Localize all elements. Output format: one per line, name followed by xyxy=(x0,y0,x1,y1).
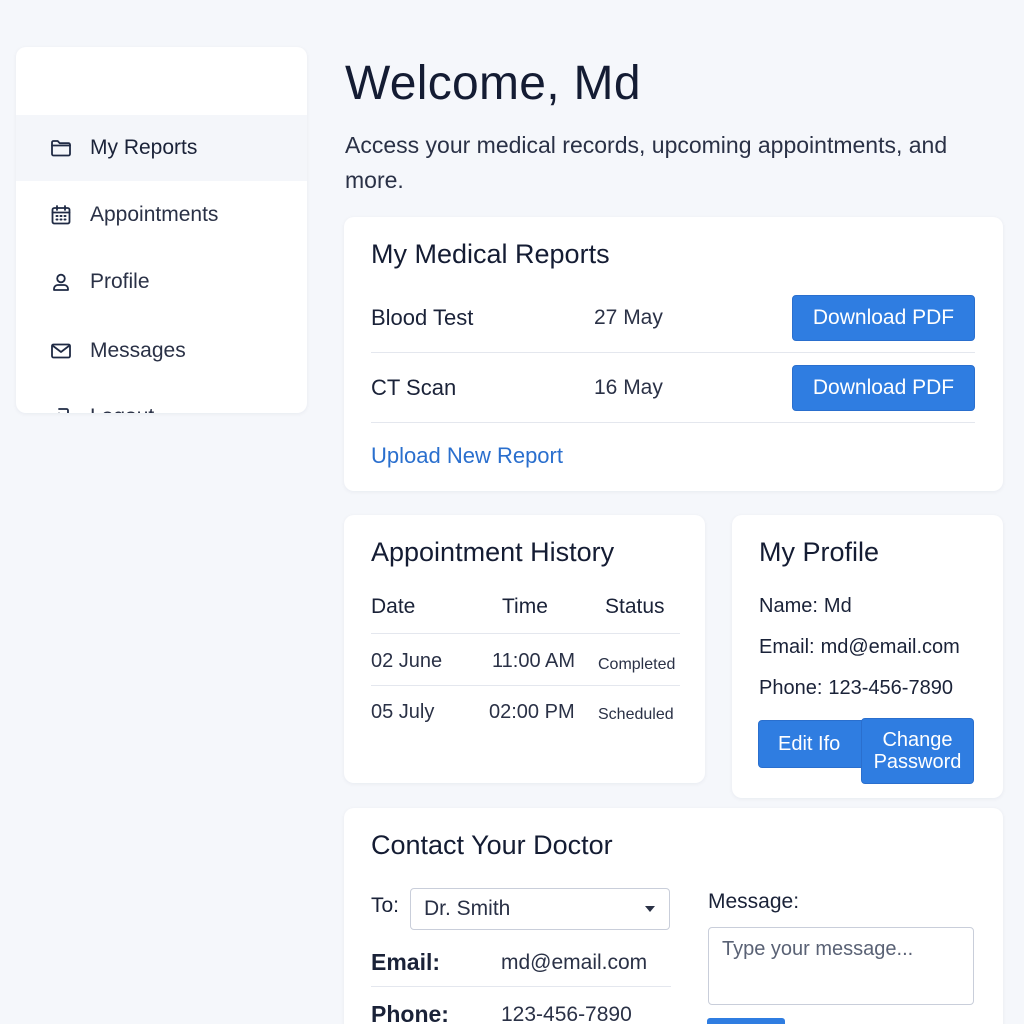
appointment-date: 02 June xyxy=(371,650,443,672)
appointment-history-card: Appointment History Date Time Status 02 … xyxy=(344,515,705,783)
sidebar-item-label: Logout xyxy=(90,405,154,413)
contact-phone-label: Phone: xyxy=(371,1001,449,1024)
medical-reports-card: My Medical Reports Blood Test 27 May Dow… xyxy=(344,217,1003,491)
message-label: Message: xyxy=(708,890,800,913)
contact-email-label: Email: xyxy=(371,949,441,975)
send-button[interactable] xyxy=(707,1018,785,1024)
report-name: Blood Test xyxy=(371,304,474,330)
edit-info-button[interactable]: Edit Ifo xyxy=(758,720,868,768)
appointment-status: Scheduled xyxy=(598,706,674,723)
name-label: Name: xyxy=(759,595,818,617)
profile-name-row: Name: Md xyxy=(759,595,852,618)
sidebar-item-label: My Reports xyxy=(90,136,198,159)
appointments-title: Appointment History xyxy=(371,537,615,567)
page-title: Welcome, Md xyxy=(345,57,641,110)
profile-email-row: Email: md@email.com xyxy=(759,636,960,659)
sidebar-item-label: Appointments xyxy=(90,203,219,226)
download-pdf-button[interactable]: Download PDF xyxy=(792,294,975,341)
report-name: CT Scan xyxy=(371,374,457,400)
download-pdf-button[interactable]: Download PDF xyxy=(792,364,975,411)
sidebar-item-my-reports[interactable]: My Reports xyxy=(16,115,307,181)
profile-title: My Profile xyxy=(759,537,880,567)
column-header-date: Date xyxy=(371,595,416,618)
chevron-down-icon xyxy=(645,906,655,912)
contact-doctor-card: Contact Your Doctor To: Dr. Smith Email:… xyxy=(344,808,1003,1024)
appointment-date: 05 July xyxy=(371,701,435,723)
logout-icon xyxy=(48,404,74,413)
my-profile-card: My Profile Name: Md Email: md@email.com Ph… xyxy=(732,515,1003,798)
appointment-time: 11:00 AM xyxy=(492,650,576,672)
doctor-select[interactable]: Dr. Smith xyxy=(410,888,670,930)
change-password-label-line2: Password xyxy=(873,751,962,773)
name-value: Md xyxy=(823,595,852,617)
report-row: Blood Test 27 May Download PDF xyxy=(371,283,975,353)
message-textarea[interactable] xyxy=(708,927,974,1005)
appointment-time: 02:00 PM xyxy=(489,701,575,723)
sidebar-item-profile[interactable]: Profile xyxy=(16,249,307,315)
sidebar-item-messages[interactable]: Messages xyxy=(16,318,307,384)
to-label: To: xyxy=(371,894,400,917)
sidebar-item-appointments[interactable]: Appointments xyxy=(16,182,307,248)
contact-email-value: md@email.com xyxy=(501,951,648,974)
page-subtitle: Access your medical records, upcoming ap… xyxy=(345,132,948,193)
report-row: CT Scan 16 May Download PDF xyxy=(371,353,975,423)
phone-value: 123-456-7890 xyxy=(828,677,953,699)
appointment-status: Completed xyxy=(598,656,676,673)
sidebar-item-logout[interactable]: Logout xyxy=(16,384,307,413)
user-icon xyxy=(48,269,74,295)
change-password-label-line1: Change xyxy=(882,729,953,751)
mail-icon xyxy=(48,338,74,364)
email-value: md@email.com xyxy=(820,636,960,658)
email-label: Email: xyxy=(759,636,815,658)
change-password-button[interactable]: Change Password xyxy=(861,718,974,784)
row-divider xyxy=(371,685,680,686)
profile-phone-row: Phone: 123-456-7890 xyxy=(759,677,953,700)
calendar-icon xyxy=(48,202,74,228)
report-date: 16 May xyxy=(594,375,663,399)
folder-icon xyxy=(48,135,74,161)
reports-title: My Medical Reports xyxy=(371,239,610,269)
column-header-time: Time xyxy=(502,595,548,618)
sidebar: My Reports Appointments Profile Messages… xyxy=(16,47,307,413)
row-divider xyxy=(371,633,680,634)
row-divider xyxy=(371,986,671,987)
selected-doctor: Dr. Smith xyxy=(424,897,511,920)
contact-phone-value: 123-456-7890 xyxy=(501,1003,632,1024)
sidebar-item-label: Profile xyxy=(90,270,150,293)
phone-label: Phone: xyxy=(759,677,823,699)
sidebar-item-label: Messages xyxy=(90,339,186,362)
contact-title: Contact Your Doctor xyxy=(371,830,613,860)
column-header-status: Status xyxy=(605,595,665,618)
upload-new-report-link[interactable]: Upload New Report xyxy=(371,443,563,469)
report-date: 27 May xyxy=(594,305,663,329)
